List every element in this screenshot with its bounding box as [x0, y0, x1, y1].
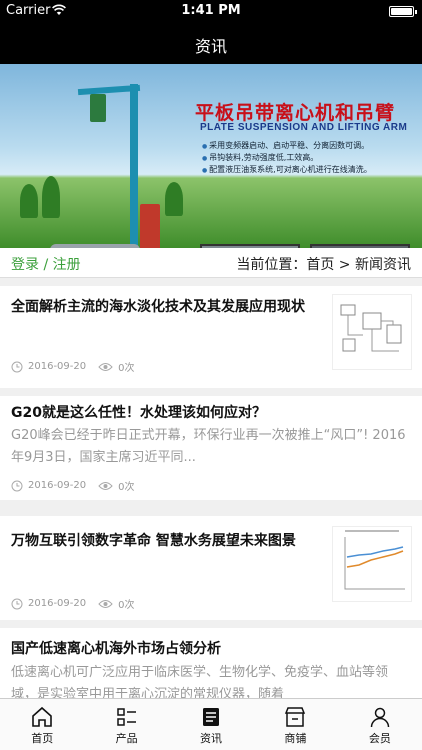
banner-feature: 配置液压油泵系统,可对离心机进行在线清洗。: [202, 164, 372, 176]
crane-pole: [130, 84, 138, 248]
clock-icon: [11, 361, 23, 372]
news-title: 全面解析主流的海水淡化技术及其发展应用现状: [11, 299, 305, 315]
tab-member[interactable]: 会员: [338, 699, 422, 750]
news-meta: 2016-09-20 0次: [11, 478, 135, 493]
banner-feature: 吊钩装料,劳动强度低,工效高。: [202, 152, 372, 164]
news-summary: 低速离心机可广泛应用于临床医学、生物化学、免疫学、血站等领域，是实验室中用于离心…: [11, 665, 389, 698]
news-icon: [203, 708, 220, 726]
tab-label: 会员: [368, 732, 391, 745]
news-views: 0次: [118, 482, 135, 493]
news-views: 0次: [118, 600, 135, 611]
nav-bar: 资讯: [0, 22, 422, 64]
tab-store[interactable]: 商铺: [253, 699, 337, 750]
clock-icon: [11, 480, 23, 491]
news-date: 2016-09-20: [28, 598, 87, 609]
store-icon: [285, 707, 306, 727]
banner-headline: 平板吊带离心机和吊臂: [195, 102, 396, 124]
clock-icon: [11, 598, 23, 609]
tab-products[interactable]: 产品: [84, 699, 168, 750]
tab-news[interactable]: 资讯: [169, 699, 253, 750]
news-meta: 2016-09-20 0次: [11, 359, 135, 374]
status-bar: Carrier 1:41 PM: [0, 0, 422, 22]
tree-decoration: [42, 176, 60, 218]
diagram-thumbnail: [340, 304, 402, 352]
login-bar: 登录 / 注册 当前位置：首页 > 新闻资讯: [0, 248, 422, 278]
tab-label: 商铺: [284, 732, 307, 745]
eye-icon: [98, 599, 113, 608]
home-icon: [32, 706, 53, 727]
eye-icon: [98, 362, 113, 371]
login-register-link[interactable]: 登录 / 注册: [11, 254, 81, 274]
news-thumbnail: [332, 294, 412, 370]
tree-decoration: [165, 182, 183, 216]
eye-icon: [98, 481, 113, 490]
crane-cylinder: [140, 204, 160, 248]
tab-label: 首页: [31, 732, 54, 745]
news-summary: G20峰会已经于昨日正式开幕，环保行业再一次被推上“风口”! 2016年9月3日…: [11, 428, 406, 465]
news-item[interactable]: G20就是这么任性！水处理该如何应对？ G20峰会已经于昨日正式开幕，环保行业再…: [0, 396, 422, 500]
news-item[interactable]: 全面解析主流的海水淡化技术及其发展应用现状 2016-09-20 0次: [0, 286, 422, 388]
tree-decoration: [20, 184, 38, 218]
news-thumbnail: [332, 526, 412, 602]
tab-label: 产品: [115, 732, 138, 745]
banner-image[interactable]: 平板吊带离心机和吊臂 PLATE SUSPENSION AND LIFTING …: [0, 64, 422, 248]
user-icon: [370, 707, 390, 728]
news-item[interactable]: 万物互联引领数字革命 智慧水务展望未来图景 2016-09-20 0次: [0, 516, 422, 620]
tab-home[interactable]: 首页: [0, 699, 84, 750]
line-chart-thumbnail: [344, 530, 405, 590]
page-title: 资讯: [194, 37, 227, 56]
banner-feature: 采用变频器启动、启动平稳、分离因数可调。: [202, 140, 372, 152]
list-icon: [116, 708, 136, 726]
banner-subtitle: PLATE SUSPENSION AND LIFTING ARM: [200, 122, 408, 133]
banner-features: 采用变频器启动、启动平稳、分离因数可调。 吊钩装料,劳动强度低,工效高。 配置液…: [202, 140, 372, 176]
hoist: [90, 94, 106, 122]
news-title: 万物互联引领数字革命 智慧水务展望未来图景: [11, 533, 296, 549]
status-time: 1:41 PM: [181, 3, 241, 18]
news-title: 国产低速离心机海外市场占领分析: [11, 641, 221, 657]
tab-label: 资讯: [200, 732, 223, 745]
news-item[interactable]: 国产低速离心机海外市场占领分析 低速离心机可广泛应用于临床医学、生物化学、免疫学…: [0, 628, 422, 698]
news-date: 2016-09-20: [28, 480, 87, 491]
news-title: G20就是这么任性！水处理该如何应对？: [11, 405, 266, 421]
news-meta: 2016-09-20 0次: [11, 596, 135, 611]
battery-icon: [389, 6, 417, 17]
news-date: 2016-09-20: [28, 361, 87, 372]
news-views: 0次: [118, 363, 135, 374]
tab-bar: 首页 产品 资讯 商铺 会员: [0, 698, 422, 750]
breadcrumb: 当前位置：首页 > 新闻资讯: [236, 257, 411, 273]
